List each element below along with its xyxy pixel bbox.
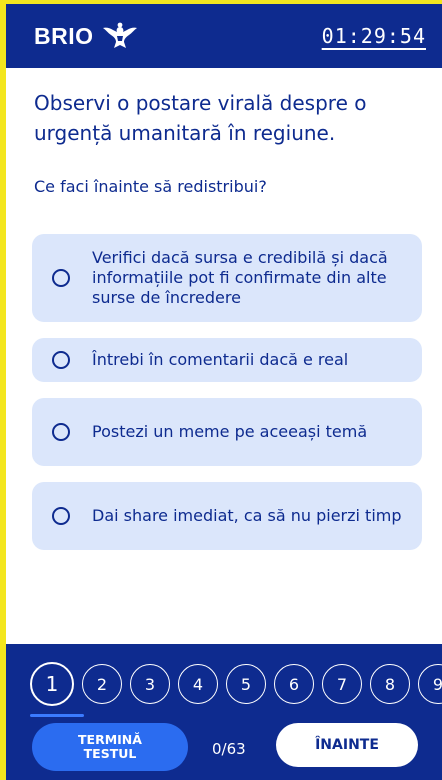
radio-icon[interactable] <box>52 423 70 441</box>
question-stepper: 1 2 3 4 5 6 7 8 9 <box>30 662 442 706</box>
step-5[interactable]: 5 <box>226 664 266 704</box>
answered-count: 0/63 <box>212 740 246 758</box>
countdown-timer: 01:29:54 <box>321 24 426 48</box>
app-frame: BRIO 01:29:54 Observi o postare virală d… <box>6 4 442 780</box>
active-step-indicator <box>30 714 84 717</box>
end-test-label-line1: TERMINĂ <box>78 732 142 747</box>
step-7[interactable]: 7 <box>322 664 362 704</box>
step-1[interactable]: 1 <box>30 662 74 706</box>
top-bar: BRIO 01:29:54 <box>6 4 442 68</box>
radio-icon[interactable] <box>52 351 70 369</box>
step-2[interactable]: 2 <box>82 664 122 704</box>
next-button[interactable]: ÎNAINTE <box>276 723 418 767</box>
brand: BRIO <box>34 21 138 51</box>
answer-options: Verifici dacă sursa e credibilă și dacă … <box>32 234 422 566</box>
answer-option-2[interactable]: Întrebi în comentarii dacă e real <box>32 338 422 382</box>
question-prompt: Ce faci înainte să redistribui? <box>34 177 267 196</box>
end-test-button[interactable]: TERMINĂ TESTUL <box>32 723 188 771</box>
eagle-logo-icon <box>102 22 137 48</box>
step-6[interactable]: 6 <box>274 664 314 704</box>
step-4[interactable]: 4 <box>178 664 218 704</box>
answer-option-label: Dai share imediat, ca să nu pierzi timp <box>92 506 402 525</box>
step-9[interactable]: 9 <box>418 664 442 704</box>
question-text: Observi o postare virală despre o urgenț… <box>34 91 367 145</box>
brand-name: BRIO <box>34 22 94 49</box>
radio-icon[interactable] <box>52 269 70 287</box>
answer-option-label: Postezi un meme pe aceeași temă <box>92 422 368 441</box>
radio-icon[interactable] <box>52 507 70 525</box>
answer-option-label: Verifici dacă sursa e credibilă și dacă … <box>92 248 388 307</box>
end-test-label-line2: TESTUL <box>83 746 137 761</box>
next-button-label: ÎNAINTE <box>315 737 379 753</box>
bottom-bar: 1 2 3 4 5 6 7 8 9 TERMINĂ TESTUL 0/63 ÎN… <box>6 644 442 780</box>
answer-option-3[interactable]: Postezi un meme pe aceeași temă <box>32 398 422 466</box>
step-8[interactable]: 8 <box>370 664 410 704</box>
step-3[interactable]: 3 <box>130 664 170 704</box>
answer-option-4[interactable]: Dai share imediat, ca să nu pierzi timp <box>32 482 422 550</box>
answer-option-label: Întrebi în comentarii dacă e real <box>92 350 349 369</box>
answer-option-1[interactable]: Verifici dacă sursa e credibilă și dacă … <box>32 234 422 322</box>
